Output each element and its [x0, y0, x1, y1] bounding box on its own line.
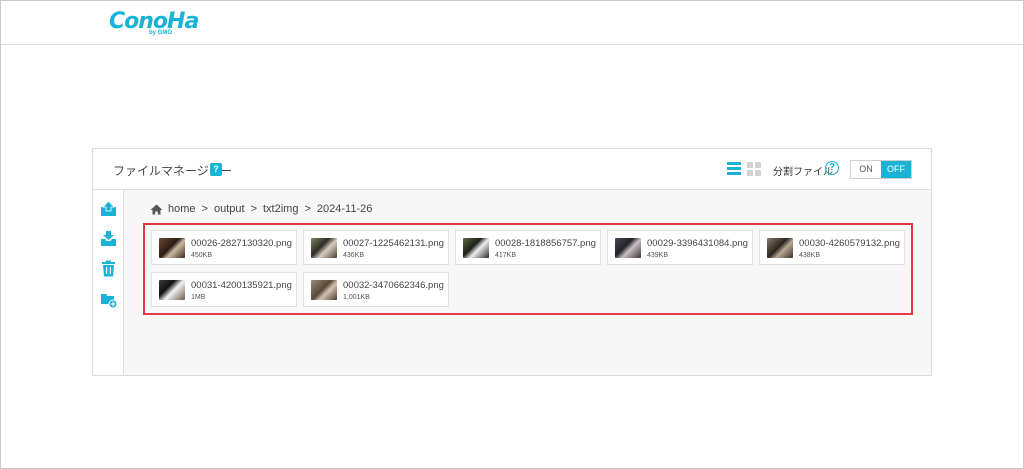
conoha-logo[interactable]: ConoHa by GMO: [109, 10, 199, 40]
new-folder-icon[interactable]: [100, 291, 117, 308]
upload-icon[interactable]: [100, 200, 117, 217]
help-icon[interactable]: ?: [210, 163, 222, 176]
toggle-on-option[interactable]: ON: [851, 161, 881, 178]
action-sidebar: [93, 190, 124, 375]
toggle-off-option[interactable]: OFF: [881, 161, 911, 178]
breadcrumb-current-folder: 2024-11-26: [316, 203, 373, 215]
split-file-help-icon[interactable]: ?: [825, 161, 839, 175]
breadcrumb-separator: >: [304, 203, 311, 215]
breadcrumb-separator: >: [250, 203, 257, 215]
list-view-icon[interactable]: [727, 162, 741, 176]
grid-view-icon[interactable]: [747, 162, 761, 176]
home-icon[interactable]: [150, 204, 163, 215]
selection-highlight-box: [143, 223, 913, 315]
download-icon[interactable]: [100, 230, 117, 247]
split-file-toggle[interactable]: ON OFF: [850, 160, 912, 179]
breadcrumb-home[interactable]: home: [168, 203, 196, 215]
breadcrumb-txt2img[interactable]: txt2img: [263, 203, 298, 215]
trash-icon[interactable]: [100, 260, 117, 277]
breadcrumb-output[interactable]: output: [214, 203, 245, 215]
breadcrumb: home > output > txt2img > 2024-11-26: [150, 203, 372, 215]
file-manager-panel: ファイルマネージャー ? 分割ファイル ? ON OFF home > outp…: [92, 148, 932, 376]
panel-header: ファイルマネージャー ? 分割ファイル ? ON OFF: [93, 149, 931, 190]
logo-subtext: by GMO: [149, 30, 173, 36]
split-file-label: 分割ファイル: [773, 167, 833, 178]
breadcrumb-separator: >: [201, 203, 208, 215]
top-bar: ConoHa by GMO: [1, 1, 1023, 45]
